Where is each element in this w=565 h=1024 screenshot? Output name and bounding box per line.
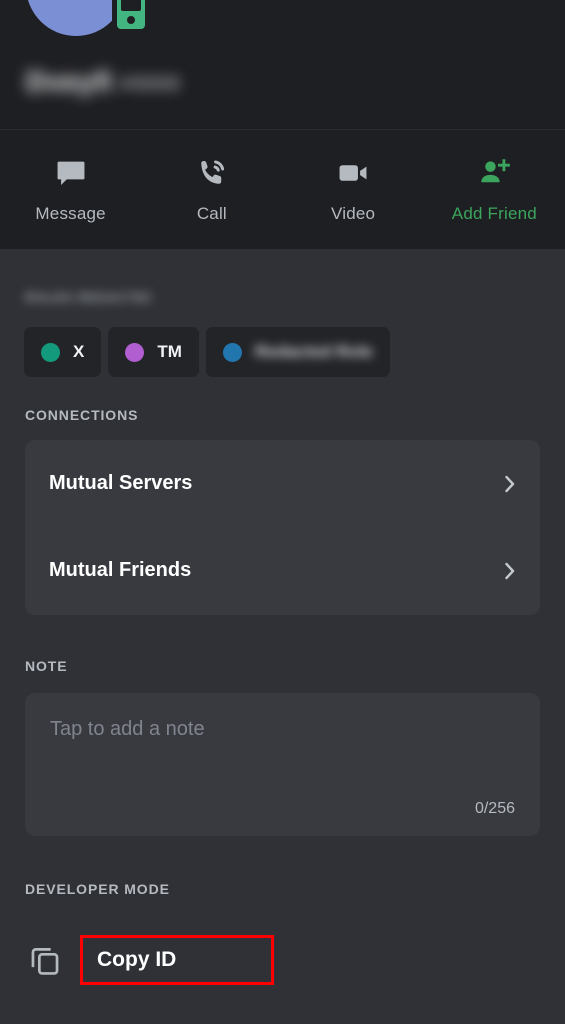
mutual-friends-row[interactable]: Mutual Friends bbox=[49, 527, 516, 614]
video-label: Video bbox=[331, 204, 376, 223]
copy-icon bbox=[24, 943, 66, 977]
note-character-counter: 0/256 bbox=[474, 800, 515, 817]
add-friend-label: Add Friend bbox=[451, 204, 537, 223]
username: Dveyfi bbox=[26, 66, 114, 97]
role-color-dot bbox=[41, 342, 60, 362]
copy-id-highlight-box: Copy ID bbox=[80, 935, 274, 985]
note-section-header: NOTE bbox=[25, 658, 68, 674]
role-badge-label: X bbox=[73, 342, 85, 361]
call-label: Call bbox=[196, 204, 227, 223]
mobile-status-icon bbox=[112, 0, 150, 34]
message-button[interactable]: Message bbox=[11, 156, 131, 224]
username-row: Dveyfi #0000 bbox=[26, 66, 180, 98]
mutual-servers-label: Mutual Servers bbox=[49, 472, 193, 494]
chevron-right-icon bbox=[504, 474, 516, 494]
discord-user-profile-screen: Dveyfi #0000 Message Call Video Add Frie… bbox=[0, 0, 565, 1024]
add-friend-button[interactable]: Add Friend bbox=[434, 156, 554, 224]
role-color-dot bbox=[125, 342, 145, 362]
user-discriminator: #0000 bbox=[119, 71, 181, 96]
avatar[interactable] bbox=[26, 0, 126, 36]
developer-mode-section-header: DEVELOPER MODE bbox=[25, 881, 170, 897]
header-divider bbox=[0, 129, 565, 130]
note-card[interactable]: Tap to add a note 0/256 bbox=[25, 693, 540, 836]
profile-header: Dveyfi #0000 bbox=[0, 0, 565, 130]
video-button[interactable]: Video bbox=[293, 156, 413, 224]
roles-section-label: ROLES REDACTED bbox=[25, 290, 151, 305]
role-badge[interactable]: TM bbox=[108, 327, 199, 377]
connections-section-header: CONNECTIONS bbox=[25, 407, 139, 423]
chevron-right-icon bbox=[504, 561, 516, 581]
role-badge-label: TM bbox=[157, 342, 182, 361]
mutual-friends-label: Mutual Friends bbox=[49, 559, 192, 581]
message-label: Message bbox=[35, 204, 106, 223]
message-icon bbox=[54, 156, 88, 190]
call-icon bbox=[195, 156, 229, 190]
role-color-dot bbox=[222, 342, 242, 362]
copy-id-label: Copy ID bbox=[97, 948, 177, 971]
role-badge[interactable]: X bbox=[24, 327, 102, 377]
copy-id-row[interactable]: Copy ID bbox=[24, 932, 274, 988]
video-icon bbox=[336, 156, 370, 190]
role-badge-list: X TM Redacted Role bbox=[24, 327, 390, 377]
add-friend-icon bbox=[477, 156, 511, 190]
note-input[interactable]: Tap to add a note bbox=[50, 717, 515, 741]
profile-action-bar: Message Call Video Add Friend bbox=[0, 130, 565, 249]
role-badge-label: Redacted Role bbox=[254, 342, 373, 361]
call-button[interactable]: Call bbox=[152, 156, 272, 224]
role-badge[interactable]: Redacted Role bbox=[205, 327, 390, 377]
mutual-servers-row[interactable]: Mutual Servers bbox=[49, 440, 516, 527]
connections-card: Mutual Servers Mutual Friends bbox=[25, 440, 540, 615]
